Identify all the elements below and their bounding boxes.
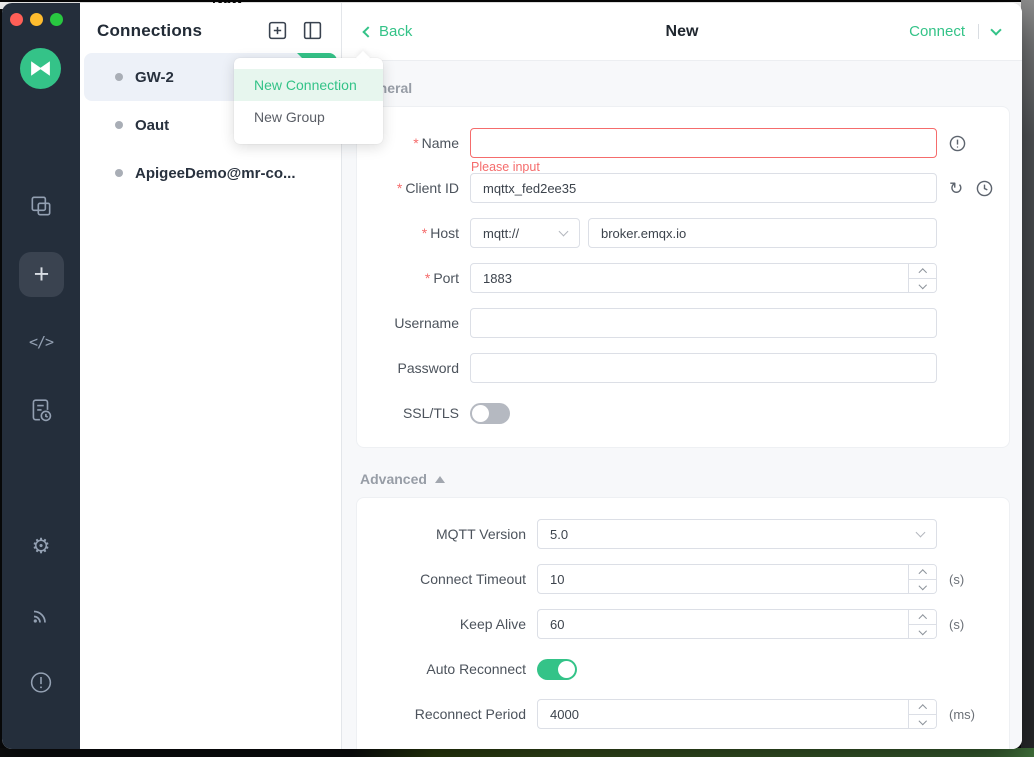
menu-item-new-connection[interactable]: New Connection [234,69,383,101]
stepper-up-button[interactable] [909,264,936,278]
auto-reconnect-label: Auto Reconnect [357,661,537,677]
mqtt-version-select[interactable]: 5.0 [537,519,937,549]
auto-reconnect-toggle[interactable] [537,659,577,680]
reconnect-period-stepper [908,700,936,728]
stepper-down-button[interactable] [909,714,936,729]
advanced-card: MQTT Version 5.0 Connect Timeout [356,497,1010,749]
connect-timeout-input[interactable] [537,564,937,594]
connect-options-chevron-icon[interactable] [990,24,1001,35]
collapse-panel-icon[interactable] [302,20,323,41]
desktop-background-right [1021,0,1034,757]
name-info-icon[interactable] [949,135,966,152]
connection-status-dot [115,73,123,81]
connections-icon[interactable] [28,193,54,219]
connections-panel: Connections GW-2 SSL [80,3,342,749]
required-asterisk: * [413,135,418,151]
app-sidebar: + </> ⚙ [2,3,80,749]
connections-panel-header: Connections [80,3,341,50]
add-connection-icon[interactable] [267,20,288,41]
stepper-up-button[interactable] [909,610,936,624]
connection-status-dot [115,121,123,129]
connect-timeout-label: Connect Timeout [357,571,537,587]
ssl-tls-label: SSL/TLS [357,405,470,421]
seconds-unit: (s) [949,572,964,587]
seconds-unit: (s) [949,617,964,632]
connection-label: ApigeeDemo@mr-co... [135,165,296,182]
collapse-triangle-icon [435,476,445,483]
username-label: Username [357,315,470,331]
connection-label: Oaut [135,117,169,134]
keep-alive-input[interactable] [537,609,937,639]
stepper-down-button[interactable] [909,278,936,293]
mqttx-window: + </> ⚙ [2,3,1022,749]
stepper-up-button[interactable] [909,565,936,579]
zoom-window-button[interactable] [50,13,63,26]
client-id-input[interactable] [470,173,937,203]
menu-item-new-group[interactable]: New Group [234,101,383,133]
new-connection-plus-button[interactable]: + [19,252,64,297]
settings-gear-icon[interactable]: ⚙ [32,536,51,557]
keep-alive-label: Keep Alive [357,616,537,632]
host-label: *Host [357,225,470,241]
connect-button[interactable]: Connect [909,23,965,40]
minimize-window-button[interactable] [30,13,43,26]
port-input[interactable] [470,263,937,293]
script-icon[interactable]: </> [29,333,53,351]
port-label: *Port [357,270,470,286]
timestamp-client-id-icon[interactable] [976,180,993,197]
mqtt-version-label: MQTT Version [357,526,537,542]
refresh-client-id-icon[interactable]: ↻ [949,180,963,197]
desktop-background-bottom [0,748,1034,757]
back-button[interactable]: Back [364,23,412,40]
chevron-left-icon [362,26,373,37]
name-input[interactable] [470,128,937,158]
ssl-tls-toggle[interactable] [470,403,510,424]
connection-status-dot [115,169,123,177]
main-area: Back New Connect General *Name Please in… [342,3,1022,749]
general-card: *Name Please input *Client ID [356,106,1010,448]
chevron-down-icon [916,527,926,537]
connections-title: Connections [97,21,253,41]
plus-icon: + [34,261,50,288]
chevron-down-icon [559,226,569,236]
log-icon[interactable] [28,398,54,424]
general-section-heading: General [360,80,1006,96]
reconnect-period-label: Reconnect Period [357,706,537,722]
close-window-button[interactable] [10,13,23,26]
name-error-message: Please input [471,160,540,174]
form-content: General *Name Please input [342,61,1022,749]
milliseconds-unit: (ms) [949,707,975,722]
password-label: Password [357,360,470,376]
clean-start-toggle[interactable] [537,749,577,750]
keep-alive-stepper [908,610,936,638]
stepper-up-button[interactable] [909,700,936,714]
connection-item-apigee[interactable]: ApigeeDemo@mr-co... [84,149,337,197]
topbar: Back New Connect [342,3,1022,61]
mqttx-logo [20,48,61,89]
client-id-label: *Client ID [357,180,470,196]
username-input[interactable] [470,308,937,338]
stepper-down-button[interactable] [909,624,936,639]
advanced-section-heading[interactable]: Advanced [360,471,1006,487]
connection-label: GW-2 [135,69,174,86]
new-dropdown-menu: New Connection New Group [234,58,383,144]
connect-timeout-stepper [908,565,936,593]
host-input[interactable] [588,218,937,248]
reconnect-period-input[interactable] [537,699,937,729]
port-stepper [908,264,936,292]
protocol-select[interactable]: mqtt:// [470,218,580,248]
broadcast-icon[interactable] [29,603,53,627]
about-info-icon[interactable] [29,670,54,695]
divider [978,24,979,39]
password-input[interactable] [470,353,937,383]
stepper-down-button[interactable] [909,579,936,594]
